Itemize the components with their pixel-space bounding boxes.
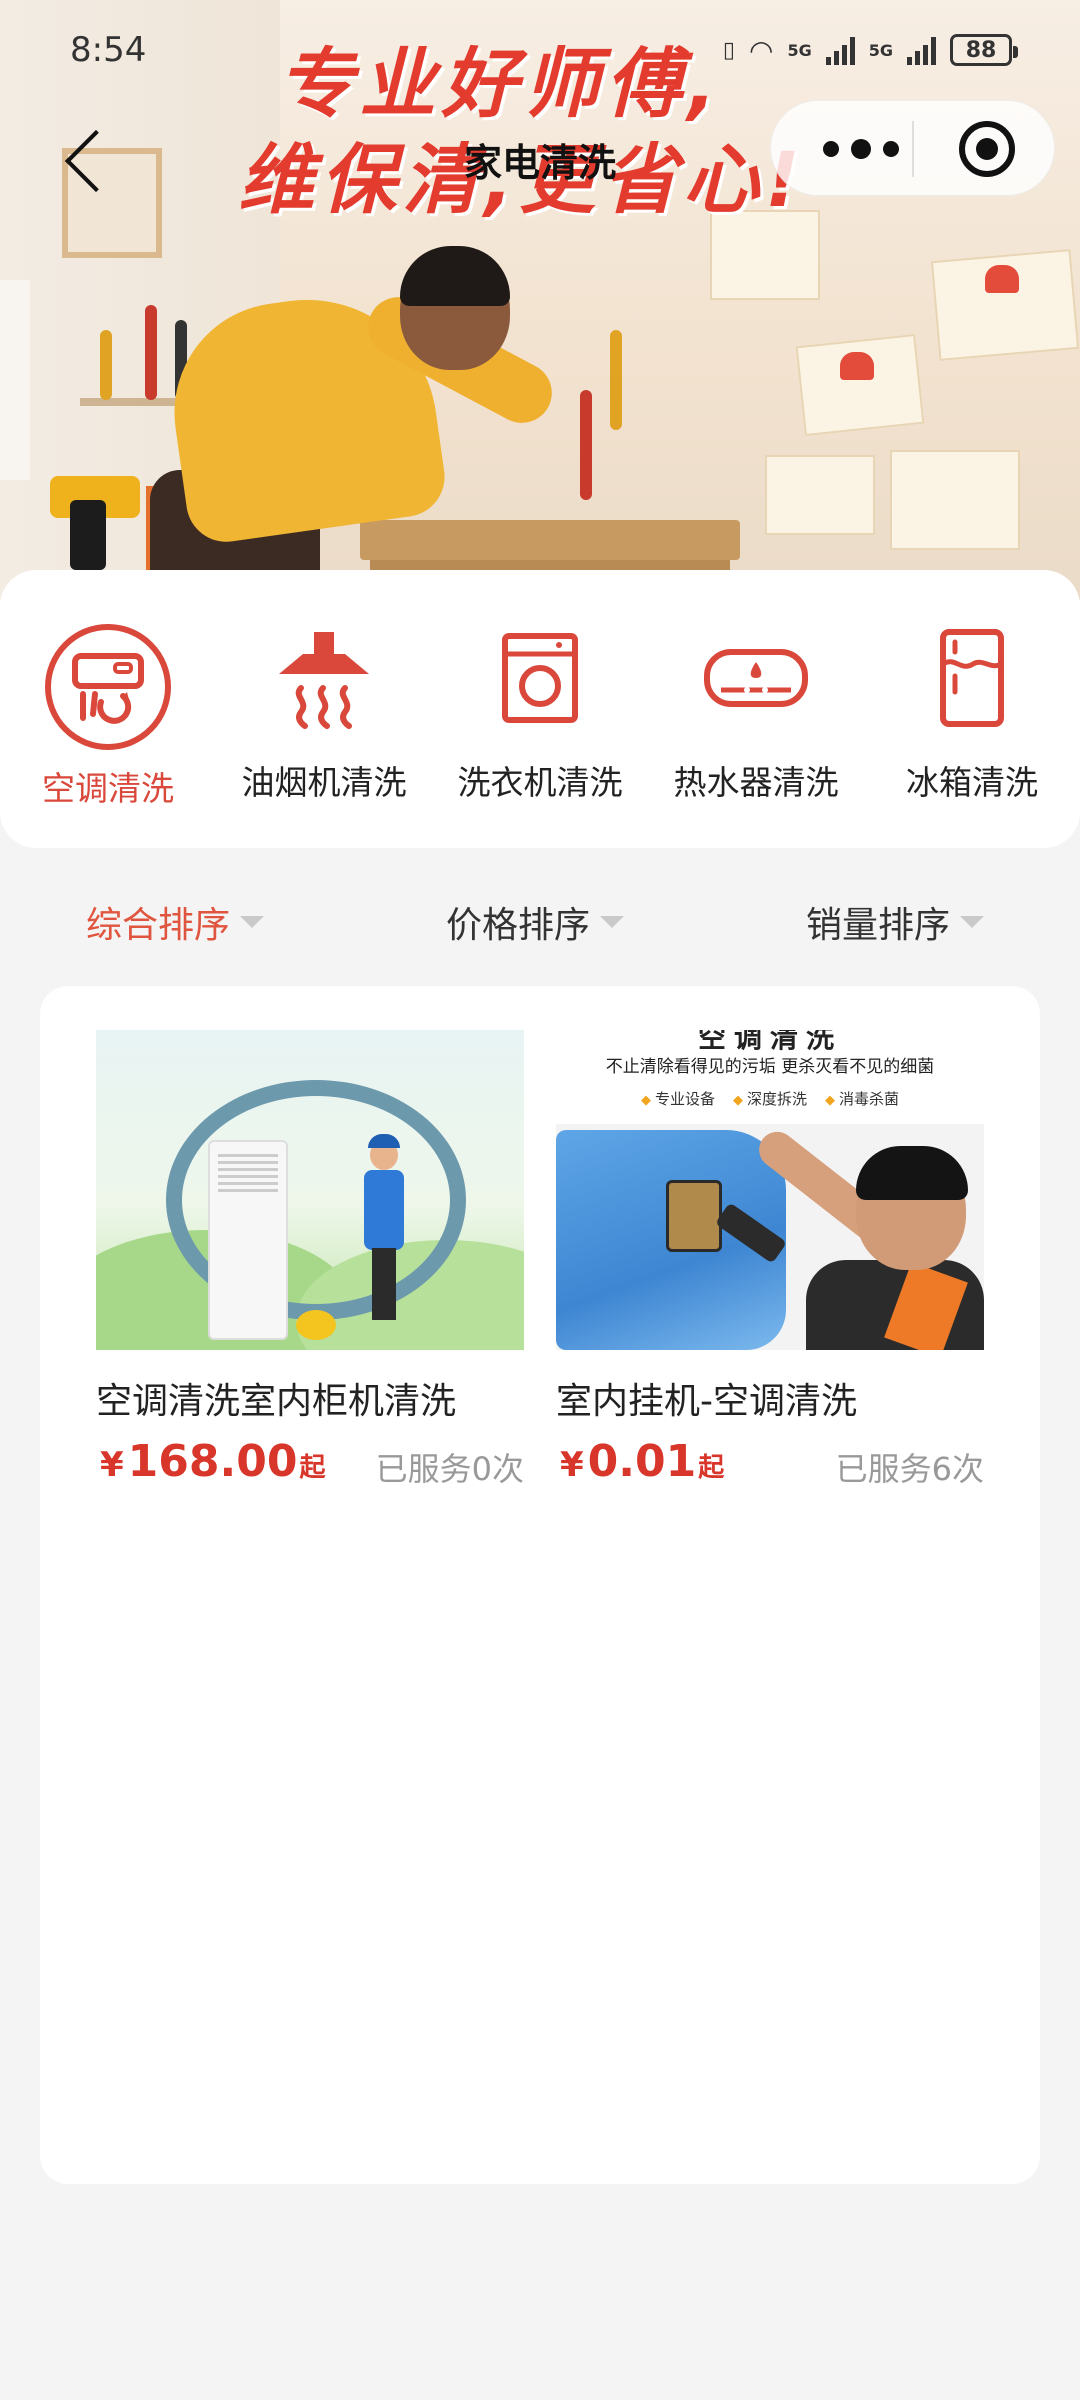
product-list: 空调清洗室内柜机清洗 ¥168.00起 已服务0次 空调清洗 不止清除看得见的污… bbox=[40, 986, 1040, 2184]
battery-icon: 88 bbox=[950, 34, 1018, 66]
sort-sales[interactable]: 销量排序 bbox=[806, 896, 985, 948]
sort-label: 价格排序 bbox=[446, 905, 591, 946]
sort-label: 综合排序 bbox=[86, 905, 231, 946]
refrigerator-icon bbox=[907, 622, 1037, 752]
sort-label: 销量排序 bbox=[806, 905, 951, 946]
image-subtitle: 不止清除看得见的污垢 更杀灭看不见的细菌 bbox=[605, 1057, 935, 1077]
category-washing-machine[interactable]: 洗衣机清洗 bbox=[432, 570, 648, 848]
product-image[interactable]: 空调清洗 不止清除看得见的污垢 更杀灭看不见的细菌 专业设备 深度拆洗 消毒杀菌 bbox=[556, 1030, 984, 1350]
technician-figure bbox=[364, 1134, 404, 1320]
sort-comprehensive[interactable]: 综合排序 bbox=[86, 896, 265, 948]
served-count: 已服务0次 bbox=[375, 1450, 524, 1488]
category-water-heater[interactable]: 热水器清洗 bbox=[648, 570, 864, 848]
category-label: 热水器清洗 bbox=[673, 763, 839, 802]
cabinet-ac-unit bbox=[208, 1140, 288, 1340]
product-price: ¥168.00起 bbox=[100, 1436, 326, 1487]
washing-machine-icon bbox=[475, 622, 605, 752]
more-options-button[interactable] bbox=[811, 127, 911, 171]
category-bar: 空调清洗 油烟机清洗 洗衣机清洗 热水器清洗 冰箱清洗 bbox=[0, 570, 1080, 848]
network-label-a: 5G bbox=[787, 40, 812, 60]
image-tag: 消毒杀菌 bbox=[825, 1088, 899, 1109]
category-air-conditioner[interactable]: 空调清洗 bbox=[0, 570, 216, 848]
category-label: 洗衣机清洗 bbox=[457, 763, 623, 802]
product-name: 空调清洗室内柜机清洗 bbox=[96, 1381, 457, 1422]
product-card[interactable]: 空调清洗 不止清除看得见的污垢 更杀灭看不见的细菌 专业设备 深度拆洗 消毒杀菌… bbox=[556, 1030, 984, 1488]
image-tag: 深度拆洗 bbox=[733, 1088, 807, 1109]
wifi-icon: ◠ bbox=[749, 33, 774, 67]
caret-down-icon bbox=[600, 916, 625, 928]
category-range-hood[interactable]: 油烟机清洗 bbox=[216, 570, 432, 848]
mini-program-capsule bbox=[770, 100, 1055, 196]
category-label: 冰箱清洗 bbox=[906, 763, 1038, 802]
product-card[interactable]: 空调清洗室内柜机清洗 ¥168.00起 已服务0次 bbox=[96, 1030, 524, 1488]
served-count: 已服务6次 bbox=[835, 1450, 984, 1488]
vibrate-icon: ▯ bbox=[722, 37, 736, 63]
network-label-b: 5G bbox=[868, 40, 893, 60]
range-hood-icon bbox=[259, 622, 389, 752]
signal-icon bbox=[907, 35, 936, 65]
product-name: 室内挂机-空调清洗 bbox=[556, 1381, 857, 1422]
caret-down-icon bbox=[960, 916, 985, 928]
category-refrigerator[interactable]: 冰箱清洗 bbox=[864, 570, 1080, 848]
category-label: 空调清洗 bbox=[42, 769, 174, 808]
air-conditioner-icon bbox=[43, 622, 173, 752]
caret-down-icon bbox=[240, 916, 265, 928]
sort-price[interactable]: 价格排序 bbox=[446, 896, 625, 948]
close-mini-program-button[interactable] bbox=[959, 121, 1015, 177]
status-time: 8:54 bbox=[70, 30, 147, 70]
status-bar: 8:54 ▯ ◠ 5G 5G 88 bbox=[0, 0, 1080, 100]
image-tag: 专业设备 bbox=[641, 1088, 715, 1109]
category-label: 油烟机清洗 bbox=[241, 763, 407, 802]
signal-icon bbox=[825, 35, 855, 65]
product-image[interactable] bbox=[96, 1030, 524, 1350]
product-price: ¥0.01起 bbox=[560, 1436, 725, 1487]
water-heater-icon bbox=[691, 622, 821, 752]
